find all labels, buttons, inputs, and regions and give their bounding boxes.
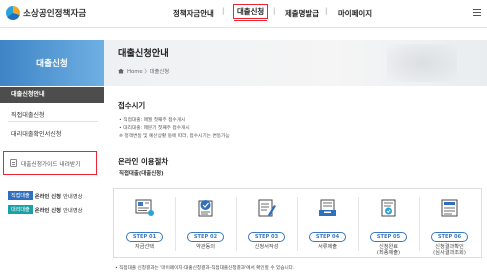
step-item: STEP 01 자금선택: [114, 189, 175, 259]
step-item: STEP 04 서류제출: [297, 189, 358, 259]
sidebar-item-direct-loan[interactable]: 직접대출신청: [0, 110, 104, 119]
sidebar-item-loan-guide[interactable]: 대출신청안내: [0, 87, 104, 103]
step-label: 신청결과확인 (심사결과조회): [433, 244, 466, 256]
logo-mark-icon: [6, 6, 20, 20]
online-subtitle: 직접대출(대출신청): [119, 171, 164, 177]
content-hero: 대출신청안내 Home 〉대출신청: [104, 40, 487, 86]
step-label: 신청완료 (최종제출): [376, 244, 401, 256]
video-rest-text: 안내영상: [62, 193, 83, 200]
page: 소상공인정책자금 정책자금안내 | 대출신청 | 제출명발급 | 마이페이지 대…: [0, 0, 487, 277]
step-badge: STEP 06: [431, 232, 468, 242]
nav-loan-apply[interactable]: 대출신청: [233, 4, 269, 21]
step-item: STEP 06 신청결과확인 (심사결과조회): [419, 189, 480, 259]
step-label: 자금선택: [134, 244, 155, 250]
proxy-loan-video-link[interactable]: 대리대출 온라인 신청 안내영상: [8, 205, 82, 214]
step-badge: STEP 03: [248, 232, 285, 242]
document-submit-icon: [319, 199, 336, 216]
write-form-icon: [258, 199, 276, 217]
breadcrumb: Home 〉대출신청: [118, 67, 169, 75]
receipt-line: • 대리대출: 매분기 첫째주 접수개시: [119, 126, 190, 131]
sidebar-item-proxy-confirm[interactable]: 대리대출확인서신청: [0, 129, 104, 138]
footer-note: • 직접대출 신청결과는 '마이페이지-대출신청결과-직접대출신청결과'에서 확…: [115, 266, 295, 271]
sidebar-divider: [8, 121, 98, 122]
video-tag: 대리대출: [8, 205, 33, 214]
nav-separator-icon: |: [273, 7, 276, 15]
document-icon: [10, 159, 17, 167]
site-logo[interactable]: 소상공인정책자금: [6, 6, 86, 20]
top-header: 소상공인정책자금 정책자금안내 | 대출신청 | 제출명발급 | 마이페이지: [0, 0, 487, 28]
breadcrumb-text: Home 〉대출신청: [127, 69, 170, 75]
home-icon[interactable]: [118, 68, 124, 74]
guide-download-label: 대출신청가이드 내려받기: [21, 161, 81, 168]
result-list-icon: [441, 199, 458, 217]
nav-certificate[interactable]: 제출명발급: [285, 8, 319, 19]
step-badge: STEP 04: [309, 232, 346, 242]
receipt-line: ※ 정책변동 및 예산상황 등에 따라, 접수시기는 변동가능: [119, 134, 230, 139]
video-tag: 직접대출: [8, 191, 33, 200]
brand-name: 소상공인정책자금: [23, 9, 87, 19]
checklist-icon: [198, 200, 213, 217]
video-bold-text: 온라인 신청: [34, 193, 61, 200]
nav-separator-icon: |: [222, 7, 225, 15]
nav-mypage[interactable]: 마이페이지: [338, 8, 372, 19]
video-rest-text: 안내영상: [62, 207, 83, 214]
page-title: 대출신청안내: [118, 48, 169, 59]
hamburger-menu-icon[interactable]: [473, 9, 481, 16]
receipt-line: • 직접대출: 매월 첫째주 접수개시: [119, 118, 186, 123]
video-bold-text: 온라인 신청: [34, 207, 61, 214]
form-select-icon: [135, 199, 154, 216]
step-badge: STEP 01: [126, 232, 163, 242]
sidebar: 대출신청 대출신청안내 직접대출신청 대리대출확인서신청 대출신청가이드 내려받…: [0, 40, 104, 277]
step-label: 신청서작성: [254, 244, 279, 250]
step-item: STEP 05 신청완료 (최종제출): [358, 189, 419, 259]
guide-download-button[interactable]: 대출신청가이드 내려받기: [3, 151, 97, 175]
step-badge: STEP 02: [187, 232, 224, 242]
receipt-section-title: 접수시기: [118, 101, 146, 110]
nav-policy-fund[interactable]: 정책자금안내: [173, 8, 214, 19]
step-process-box: STEP 01 자금선택 STEP 02 약관동의 STEP 03 신청서작성 …: [113, 188, 482, 258]
step-item: STEP 03 신청서작성: [236, 189, 297, 259]
step-badge: STEP 05: [370, 232, 407, 242]
nav-separator-icon: |: [325, 7, 328, 15]
step-label: 약관동의: [195, 244, 216, 250]
document-complete-icon: [381, 199, 396, 217]
direct-loan-video-link[interactable]: 직접대출 온라인 신청 안내영상: [8, 191, 82, 200]
step-item: STEP 02 약관동의: [175, 189, 236, 259]
step-label: 서류제출: [317, 244, 338, 250]
online-section-title: 온라인 이용절차: [118, 157, 169, 166]
sidebar-title: 대출신청: [0, 40, 104, 86]
